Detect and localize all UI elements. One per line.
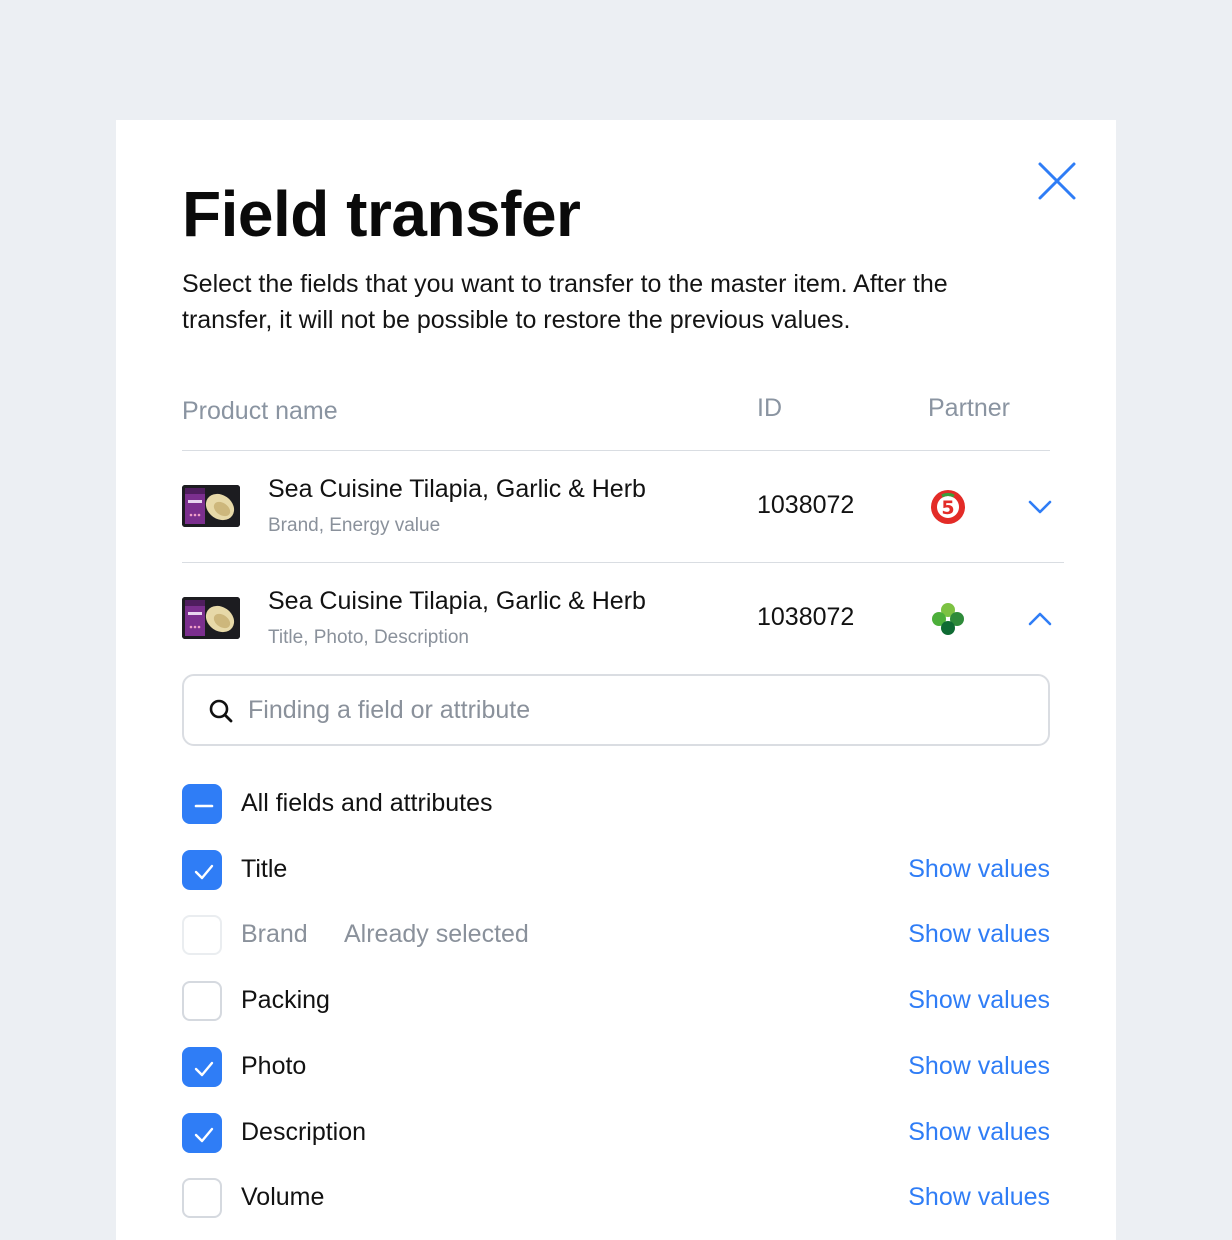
svg-text:5: 5: [941, 497, 954, 519]
checkbox-volume[interactable]: [182, 1178, 222, 1218]
checkbox-description[interactable]: [182, 1113, 222, 1153]
table-row[interactable]: Sea Cuisine Tilapia, Garlic & Herb Title…: [182, 563, 1064, 673]
product-id: 1038072: [757, 603, 855, 631]
option-all-fields: All fields and attributes: [182, 784, 1050, 824]
product-thumbnail: [182, 597, 240, 639]
checkmark-icon: [194, 1061, 214, 1077]
option-title: Title Show values: [182, 850, 1050, 890]
already-selected-note: Already selected: [344, 920, 529, 948]
show-values-link[interactable]: Show values: [908, 855, 1050, 884]
column-header-id: ID: [757, 394, 782, 422]
checkbox-photo[interactable]: [182, 1047, 222, 1087]
option-label: Packing: [241, 986, 330, 1014]
show-values-link[interactable]: Show values: [908, 1052, 1050, 1081]
search-input[interactable]: Finding a field or attribute: [248, 696, 530, 725]
product-name: Sea Cuisine Tilapia, Garlic & Herb: [268, 475, 646, 503]
search-field[interactable]: Finding a field or attribute: [182, 674, 1050, 746]
option-label: Title: [241, 855, 288, 883]
show-values-link[interactable]: Show values: [908, 1183, 1050, 1212]
show-values-link[interactable]: Show values: [908, 1118, 1050, 1147]
chevron-up-icon: [1028, 612, 1052, 626]
collapse-row-button[interactable]: [1026, 605, 1054, 633]
close-button[interactable]: [1036, 160, 1078, 202]
product-fields: Title, Photo, Description: [268, 627, 469, 648]
column-header-product-name: Product name: [182, 397, 338, 425]
search-icon: [209, 699, 233, 723]
option-photo: Photo Show values: [182, 1047, 1050, 1087]
option-label: Volume: [241, 1183, 325, 1211]
checkbox-all-fields[interactable]: [182, 784, 222, 824]
close-icon: [1038, 162, 1076, 200]
checkmark-icon: [194, 864, 214, 880]
option-label: Brand: [241, 920, 308, 948]
option-brand: Brand Already selected Show values: [182, 915, 1050, 955]
checkbox-packing[interactable]: [182, 981, 222, 1021]
product-fields: Brand, Energy value: [268, 515, 441, 536]
minus-icon: [194, 804, 214, 808]
option-label: Photo: [241, 1052, 307, 1080]
checkbox-title[interactable]: [182, 850, 222, 890]
option-label: All fields and attributes: [241, 789, 493, 817]
checkbox-brand: [182, 915, 222, 955]
checkmark-icon: [194, 1127, 214, 1143]
option-description: Description Show values: [182, 1113, 1050, 1153]
option-packing: Packing Show values: [182, 981, 1050, 1021]
perekrestok-clover-logo-icon: [928, 599, 968, 639]
chevron-down-icon: [1028, 500, 1052, 514]
field-transfer-dialog: Field transfer Select the fields that yo…: [116, 120, 1116, 1240]
expand-row-button[interactable]: [1026, 493, 1054, 521]
option-volume: Volume Show values: [182, 1178, 1050, 1218]
column-header-partner: Partner: [928, 394, 1010, 422]
table-row[interactable]: Sea Cuisine Tilapia, Garlic & Herb Brand…: [182, 451, 1064, 561]
dialog-description: Select the fields that you want to trans…: [182, 270, 948, 334]
option-label: Description: [241, 1118, 367, 1146]
product-id: 1038072: [757, 491, 855, 519]
pyaterochka-logo-icon: 5: [928, 487, 968, 527]
show-values-link[interactable]: Show values: [908, 986, 1050, 1015]
product-thumbnail: [182, 485, 240, 527]
show-values-link[interactable]: Show values: [908, 920, 1050, 949]
dialog-title: Field transfer: [182, 178, 581, 250]
product-name: Sea Cuisine Tilapia, Garlic & Herb: [268, 587, 646, 615]
